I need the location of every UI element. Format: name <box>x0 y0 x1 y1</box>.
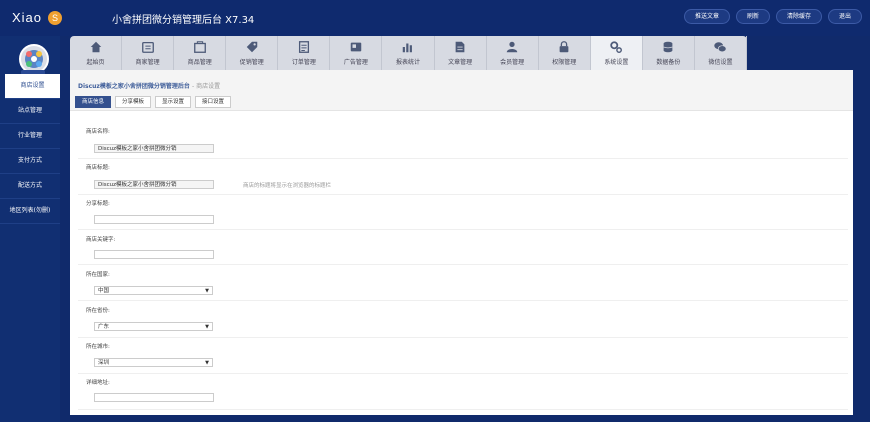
tab-label: 订单管理 <box>291 59 316 66</box>
sidebar-menu: 商店设置 站点管理 行业管理 支付方式 配送方式 地区列表(勿删) <box>0 74 60 224</box>
tab-data-backup[interactable]: 数据备份 <box>643 36 695 70</box>
country-label: 所在国家: <box>86 272 110 278</box>
member-icon <box>506 41 518 53</box>
tab-member[interactable]: 会员管理 <box>487 36 539 70</box>
share-title-input[interactable] <box>94 215 214 224</box>
subtab-share-template[interactable]: 分享模板 <box>115 96 152 108</box>
tab-report[interactable]: 报表统计 <box>382 36 435 70</box>
sidebar-item-industry-management[interactable]: 行业管理 <box>0 124 60 149</box>
clear-cache-button[interactable]: 清除缓存 <box>775 9 822 24</box>
refresh-button[interactable]: 刷新 <box>735 9 770 24</box>
main-content: Discuz模板之家小舍拼团微分销管理后台 - 商店设置 商店信息 分享模板 显… <box>70 70 853 415</box>
logout-button[interactable]: 退出 <box>827 9 862 24</box>
tab-promotion[interactable]: 促销管理 <box>226 36 279 70</box>
logo-badge: S <box>48 11 62 25</box>
address-input[interactable] <box>94 393 214 402</box>
breadcrumb-main: Discuz模板之家小舍拼团微分销管理后台 <box>78 83 190 90</box>
province-label: 所在省份: <box>86 308 110 314</box>
form-row-shop-title: 商店标题: Discuz模板之家小舍拼团微分销 商店的标题将显示在浏览器的标题栏 <box>78 158 848 195</box>
chart-icon <box>402 43 412 53</box>
shop-title-label: 商店标题: <box>86 165 110 171</box>
lock-icon <box>559 41 569 53</box>
chevron-down-icon: ▼ <box>205 360 209 366</box>
push-article-button[interactable]: 推送文章 <box>683 9 730 24</box>
sidebar-item-region-list[interactable]: 地区列表(勿删) <box>0 199 60 224</box>
tab-article[interactable]: 文章管理 <box>435 36 487 70</box>
goods-icon <box>193 41 206 53</box>
gear-icon <box>610 41 623 53</box>
tab-label: 商品管理 <box>187 59 212 66</box>
ad-icon <box>350 42 362 52</box>
tab-wechat-settings[interactable]: 微信设置 <box>695 36 748 70</box>
top-bar: Xiao S 小舍拼团微分销管理后台 X7.34 推送文章 刷新 清除缓存 退出 <box>0 0 870 36</box>
tab-label: 促销管理 <box>239 59 264 66</box>
tab-permission[interactable]: 权限管理 <box>539 36 591 70</box>
tab-merchant[interactable]: 商家管理 <box>122 36 175 70</box>
app-title: 小舍拼团微分销管理后台 X7.34 <box>112 15 255 26</box>
sidebar-item-shop-settings[interactable]: 商店设置 <box>5 74 60 99</box>
breadcrumb: Discuz模板之家小舍拼团微分销管理后台 - 商店设置 <box>78 81 220 90</box>
country-value: 中国 <box>98 288 110 294</box>
address-label: 详细地址: <box>86 380 110 386</box>
tab-goods[interactable]: 商品管理 <box>174 36 227 70</box>
database-icon <box>663 41 673 53</box>
tab-label: 商家管理 <box>135 59 160 66</box>
sidebar-item-payment[interactable]: 支付方式 <box>0 149 60 174</box>
subtab-shop-info[interactable]: 商店信息 <box>75 96 112 108</box>
sidebar-item-shipping[interactable]: 配送方式 <box>0 174 60 199</box>
city-value: 深圳 <box>98 360 110 366</box>
form-row-share-title: 分享标题: <box>78 194 848 230</box>
shop-name-input[interactable]: Discuz模板之家小舍拼团微分销 <box>94 144 214 153</box>
province-select[interactable]: 广东 ▼ <box>94 322 213 331</box>
tab-label: 权限管理 <box>552 59 577 66</box>
form-row-address: 详细地址: <box>78 373 848 410</box>
header-actions: 推送文章 刷新 清除缓存 退出 <box>683 9 862 24</box>
city-label: 所在城市: <box>86 344 110 350</box>
shop-title-input[interactable]: Discuz模板之家小舍拼团微分销 <box>94 180 214 189</box>
tab-label: 系统设置 <box>604 59 629 66</box>
sidebar-item-site-management[interactable]: 站点管理 <box>0 99 60 124</box>
order-icon <box>298 41 309 53</box>
tab-label: 会员管理 <box>500 59 525 66</box>
wechat-icon <box>714 42 727 53</box>
form-row-province: 所在省份: 广东 ▼ <box>78 300 848 338</box>
tag-icon <box>246 41 258 53</box>
main-tabbar: 起始页 商家管理 商品管理 促销管理 订单管理 广告管理 报表统计 文章管理 会… <box>70 36 748 70</box>
logo-text: Xiao <box>12 10 43 25</box>
province-value: 广东 <box>98 324 110 330</box>
chevron-down-icon: ▼ <box>205 288 209 294</box>
city-select[interactable]: 深圳 ▼ <box>94 358 213 367</box>
breadcrumb-bar: Discuz模板之家小舍拼团微分销管理后台 - 商店设置 商店信息 分享模板 显… <box>70 70 853 111</box>
subtab-api-settings[interactable]: 接口设置 <box>195 96 232 108</box>
keywords-input[interactable] <box>94 250 214 259</box>
keywords-label: 商店关键字: <box>86 237 116 243</box>
tab-label: 微信设置 <box>708 59 733 66</box>
form-row-country: 所在国家: 中国 ▼ <box>78 264 848 301</box>
breadcrumb-sub: - 商店设置 <box>192 83 221 90</box>
tab-label: 文章管理 <box>448 59 473 66</box>
tab-system-settings[interactable]: 系统设置 <box>590 36 643 70</box>
form-row-keywords: 商店关键字: <box>78 229 848 265</box>
tab-ad[interactable]: 广告管理 <box>330 36 383 70</box>
tab-order[interactable]: 订单管理 <box>278 36 331 70</box>
shop-icon <box>141 41 154 53</box>
subtab-display-settings[interactable]: 显示设置 <box>155 96 192 108</box>
subtabs: 商店信息 分享模板 显示设置 接口设置 <box>75 96 232 108</box>
form-row-shop-name: 商店名称: Discuz模板之家小舍拼团微分销 <box>78 122 848 159</box>
home-icon <box>90 41 101 53</box>
tab-label: 广告管理 <box>343 59 368 66</box>
sidebar: 商店设置 站点管理 行业管理 支付方式 配送方式 地区列表(勿删) <box>0 36 60 422</box>
share-title-label: 分享标题: <box>86 201 110 207</box>
article-icon <box>455 41 465 53</box>
avatar-flower-icon <box>25 50 43 68</box>
tab-label: 报表统计 <box>396 59 421 66</box>
shop-name-label: 商店名称: <box>86 129 110 135</box>
chevron-down-icon: ▼ <box>205 324 209 330</box>
shop-title-hint: 商店的标题将显示在浏览器的标题栏 <box>243 183 332 189</box>
country-select[interactable]: 中国 ▼ <box>94 286 213 295</box>
tab-start[interactable]: 起始页 <box>70 36 123 70</box>
form-row-city: 所在城市: 深圳 ▼ <box>78 337 848 374</box>
tab-label: 起始页 <box>86 59 105 66</box>
tab-label: 数据备份 <box>656 59 681 66</box>
